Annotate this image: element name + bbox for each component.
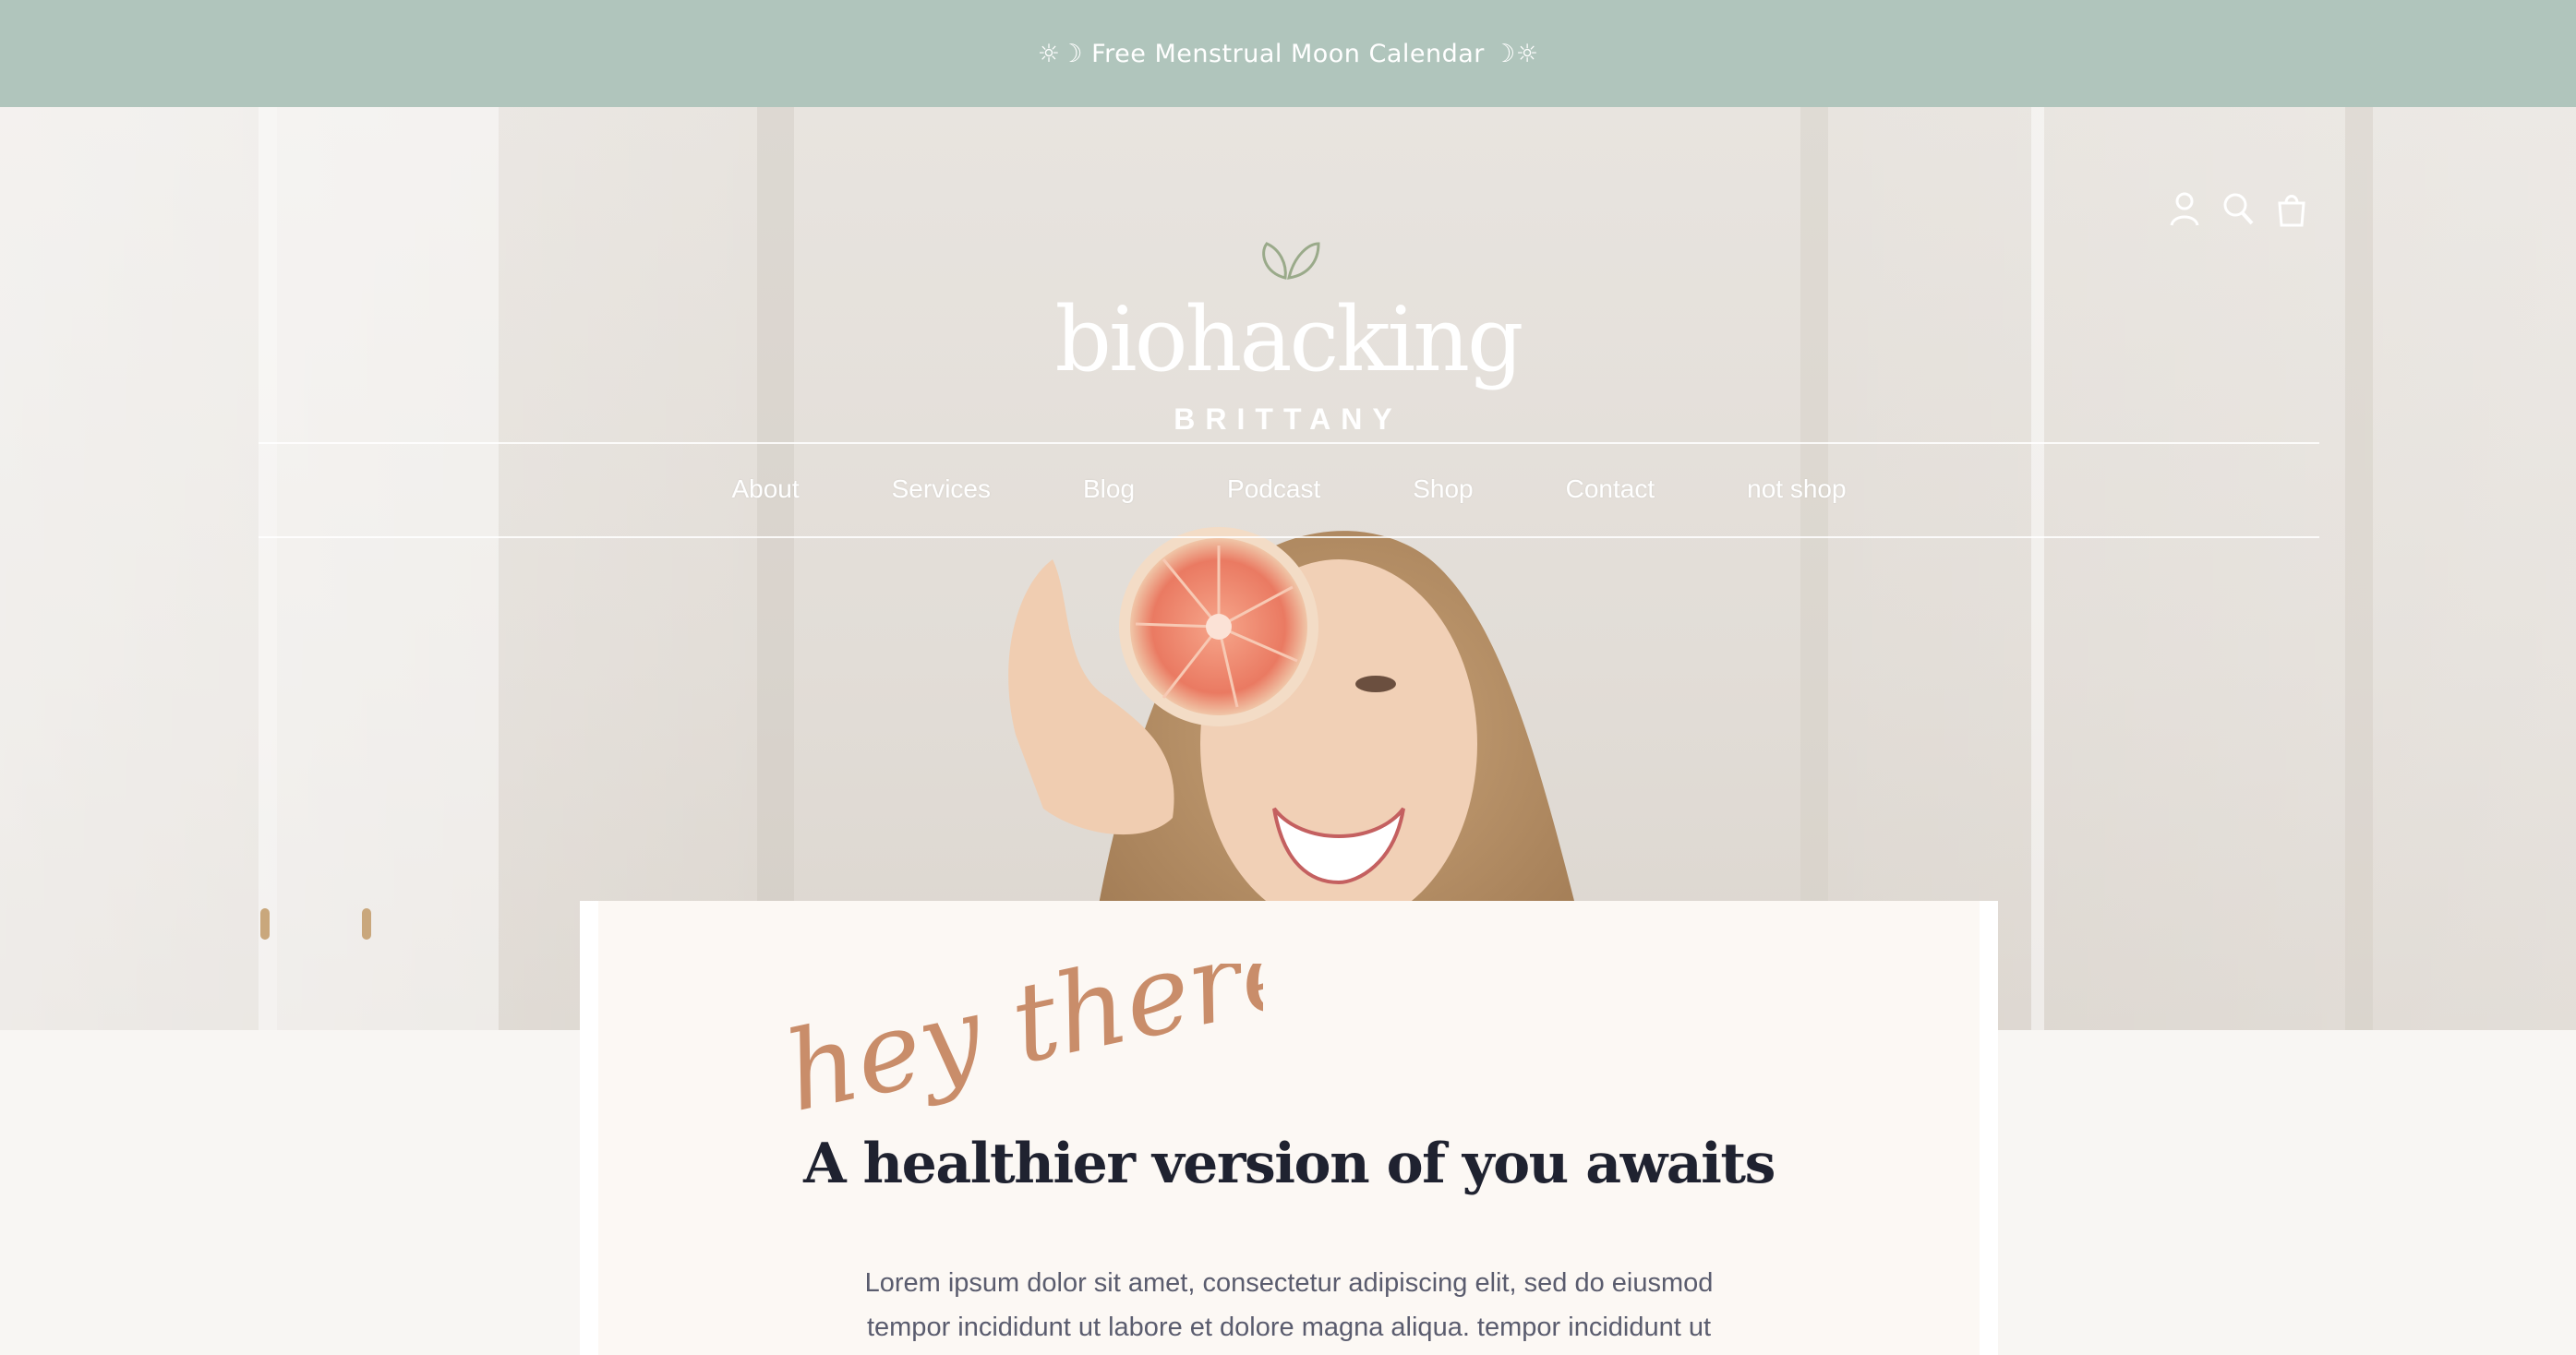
nav-about[interactable]: About	[685, 474, 845, 504]
hey-there-script: hey there!	[783, 964, 1263, 1130]
announcement-bar[interactable]: ☼☽ Free Menstrual Moon Calendar ☽☼	[0, 0, 2576, 107]
nav-services[interactable]: Services	[846, 474, 1037, 504]
nav-podcast[interactable]: Podcast	[1181, 474, 1366, 504]
main-nav: About Services Blog Podcast Shop Contact…	[259, 443, 2319, 535]
account-icon[interactable]	[2168, 190, 2201, 227]
search-icon[interactable]	[2221, 190, 2255, 227]
nav-not-shop[interactable]: not shop	[1701, 474, 1892, 504]
intro-headline: A healthier version of you awaits	[803, 1132, 1776, 1196]
svg-text:hey there!: hey there!	[783, 964, 1263, 1130]
site-logo[interactable]: biohacking BRITTANY	[1016, 227, 1560, 437]
hero-image: biohacking BRITTANY About Services Blog …	[0, 107, 2576, 1030]
nav-contact[interactable]: Contact	[1520, 474, 1702, 504]
intro-card: hey there! A healthier version of you aw…	[580, 901, 1998, 1355]
intro-body: Lorem ipsum dolor sit amet, consectetur …	[864, 1268, 1714, 1342]
nav-shop[interactable]: Shop	[1366, 474, 1519, 504]
nav-bottom-divider	[259, 536, 2319, 538]
leaf-icon	[1262, 242, 1320, 280]
announcement-text[interactable]: ☼☽ Free Menstrual Moon Calendar ☽☼	[1038, 40, 1539, 68]
logo-subtitle: BRITTANY	[1174, 402, 1402, 436]
cart-icon[interactable]	[2275, 190, 2308, 227]
logo-wordmark: biohacking	[1054, 288, 1524, 391]
nav-blog[interactable]: Blog	[1037, 474, 1181, 504]
